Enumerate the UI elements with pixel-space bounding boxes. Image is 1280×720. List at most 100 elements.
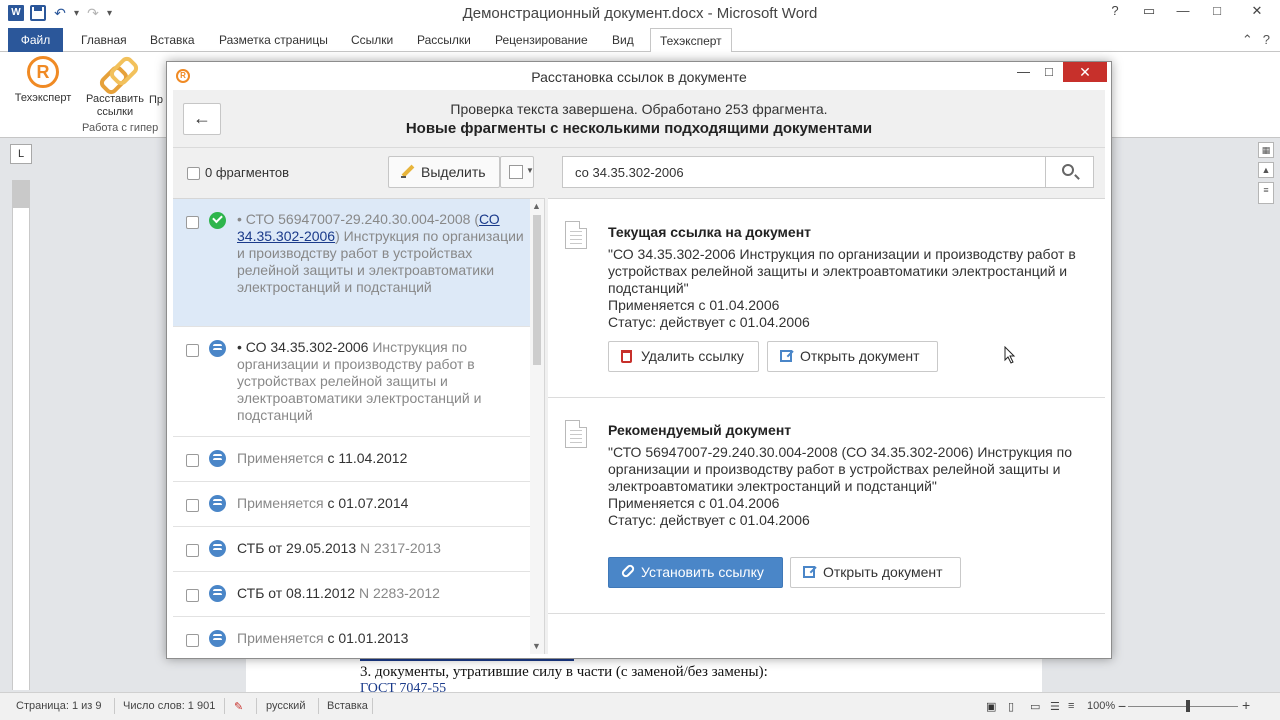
delete-link-button[interactable]: Удалить ссылку — [608, 341, 759, 372]
techexpert-button[interactable]: R Техэксперт — [12, 56, 74, 105]
help-circle-icon[interactable]: ? — [1263, 32, 1270, 48]
multiple-docs-icon — [209, 340, 226, 357]
tab-techexpert[interactable]: Техэксперт — [650, 28, 732, 53]
tab-home[interactable]: Главная — [72, 28, 136, 52]
list-item[interactable]: Применяется с 11.04.2012 — [173, 437, 544, 482]
item-checkbox[interactable] — [186, 451, 199, 468]
ribbon-tabs: Файл Главная Вставка Разметка страницы С… — [0, 28, 1280, 53]
read-mode-icon[interactable]: ▯ — [1008, 700, 1014, 713]
dialog-minimize-icon[interactable]: — — [1017, 64, 1030, 79]
dialog-close-icon[interactable]: ✕ — [1063, 62, 1107, 82]
document-text-line: 3. документы, утратившие силу в части (с… — [360, 664, 768, 680]
item-checkbox[interactable] — [186, 341, 199, 358]
current-link-text: "СО 34.35.302-2006 Инструкция по организ… — [608, 246, 1076, 330]
partial-ribbon-button[interactable]: Пр — [146, 94, 166, 107]
ribbon-right-controls: ⌃ ? — [1242, 32, 1270, 48]
multiple-docs-icon — [209, 630, 226, 647]
dialog-maximize-icon[interactable]: □ — [1045, 64, 1053, 79]
item-checkbox[interactable] — [186, 541, 199, 558]
document-link[interactable]: ГОСТ 7047-55 — [360, 681, 446, 692]
fragments-count: 0 фрагментов — [205, 165, 290, 180]
item-checkbox[interactable] — [186, 631, 199, 648]
item-checkbox[interactable] — [186, 586, 199, 603]
multiple-docs-icon — [209, 495, 226, 512]
status-word-count[interactable]: Число слов: 1 901 — [123, 700, 215, 712]
select-all-checkbox[interactable] — [187, 166, 200, 181]
scroll-down-icon[interactable]: ▼ — [532, 641, 541, 651]
check-circle-icon — [209, 212, 226, 229]
mouse-cursor-icon — [1004, 346, 1016, 364]
tab-view[interactable]: Вид — [603, 28, 643, 52]
pencil-icon — [401, 165, 415, 179]
highlight-color-dropdown[interactable]: ▼ — [500, 156, 534, 188]
search-button[interactable] — [1045, 157, 1093, 187]
dialog-titlebar: R Расстановка ссылок в документе — □ ✕ — [167, 62, 1111, 90]
app-title: Демонстрационный документ.docx - Microso… — [462, 5, 818, 22]
tab-page-layout[interactable]: Разметка страницы — [210, 28, 337, 52]
color-swatch — [509, 165, 523, 179]
place-links-button[interactable]: Расставить ссылки — [84, 56, 146, 119]
list-item[interactable]: • СТО 56947007-29.240.30.004-2008 (СО 34… — [173, 199, 544, 327]
item-checkbox[interactable] — [186, 496, 199, 513]
zoom-out-icon[interactable]: − — [1118, 698, 1126, 714]
status-language[interactable]: русский — [266, 700, 305, 712]
open-current-document-button[interactable]: Открыть документ — [767, 341, 938, 372]
item-checkbox[interactable] — [186, 213, 199, 230]
list-scrollbar[interactable]: ▲ ▼ — [530, 199, 544, 654]
maximize-icon[interactable]: □ — [1200, 0, 1234, 22]
recommended-title: Рекомендуемый документ — [608, 422, 792, 438]
list-item[interactable]: • СО 34.35.302-2006 Инструкция по органи… — [173, 327, 544, 437]
dialog-body: 0 фрагментов Выделить ▼ • СТО 56947007-2… — [173, 148, 1105, 654]
dialog-header: ← Проверка текста завершена. Обработано … — [173, 90, 1105, 148]
section-heading: Новые фрагменты с несколькими подходящим… — [405, 120, 873, 137]
outline-icon[interactable]: ☰ — [1050, 700, 1060, 713]
tab-file[interactable]: Файл — [8, 28, 63, 52]
link-placement-dialog: R Расстановка ссылок в документе — □ ✕ ←… — [166, 61, 1112, 659]
highlight-button[interactable]: Выделить — [388, 156, 500, 188]
scroll-thumb[interactable]: ≡ — [1258, 182, 1274, 204]
help-icon[interactable]: ? — [1098, 0, 1132, 22]
print-layout-icon[interactable]: ▣ — [986, 700, 996, 713]
zoom-in-icon[interactable]: + — [1242, 697, 1250, 713]
open-recommended-document-button[interactable]: Открыть документ — [790, 557, 961, 588]
external-link-icon — [803, 566, 815, 578]
web-layout-icon[interactable]: ▭ — [1030, 700, 1040, 713]
vertical-scrollbar[interactable]: ▦ ▲ ≡ — [1258, 142, 1274, 690]
list-item[interactable]: Применяется с 01.01.2013 — [173, 617, 544, 654]
search-icon — [1062, 164, 1074, 176]
scroll-up-icon[interactable]: ▲ — [1258, 162, 1274, 178]
link-icon — [620, 563, 636, 579]
zoom-slider-thumb[interactable] — [1186, 700, 1190, 712]
tab-review[interactable]: Рецензирование — [486, 28, 597, 52]
window-controls: ? ▭ — □ ✕ — [1098, 0, 1280, 22]
page-underline — [360, 659, 574, 661]
search-input[interactable] — [563, 157, 1045, 187]
zoom-slider[interactable] — [1128, 706, 1238, 707]
close-icon[interactable]: ✕ — [1234, 0, 1280, 22]
draft-icon[interactable]: ≡ — [1068, 700, 1074, 712]
set-link-button[interactable]: Установить ссылку — [608, 557, 783, 588]
tab-selector[interactable]: L — [10, 144, 32, 164]
ribbon-display-icon[interactable]: ▭ — [1132, 0, 1166, 22]
recommended-text: "СТО 56947007-29.240.30.004-2008 (СО 34.… — [608, 444, 1073, 528]
document-icon — [565, 420, 587, 448]
collapse-ribbon-icon[interactable]: ⌃ — [1242, 32, 1253, 48]
minimize-icon[interactable]: — — [1166, 0, 1200, 22]
status-insert-mode[interactable]: Вставка — [327, 700, 368, 712]
ruler-toggle-icon[interactable]: ▦ — [1258, 142, 1274, 158]
proofing-icon[interactable]: ✎ — [234, 700, 243, 713]
list-item[interactable]: СТБ от 29.05.2013 N 2317-2013 — [173, 527, 544, 572]
tab-references[interactable]: Ссылки — [342, 28, 402, 52]
current-link-title: Текущая ссылка на документ — [608, 224, 811, 240]
list-scroll-thumb[interactable] — [533, 215, 541, 365]
zoom-level[interactable]: 100% — [1087, 700, 1115, 712]
dialog-title: Расстановка ссылок в документе — [531, 69, 747, 85]
status-page[interactable]: Страница: 1 из 9 — [16, 700, 102, 712]
tab-insert[interactable]: Вставка — [141, 28, 204, 52]
scroll-up-icon[interactable]: ▲ — [532, 201, 541, 211]
list-item[interactable]: СТБ от 08.11.2012 N 2283-2012 — [173, 572, 544, 617]
list-item[interactable]: Применяется с 01.07.2014 — [173, 482, 544, 527]
tab-mailings[interactable]: Рассылки — [408, 28, 480, 52]
document-details-panel: Текущая ссылка на документ "СО 34.35.302… — [548, 198, 1105, 654]
multiple-docs-icon — [209, 450, 226, 467]
